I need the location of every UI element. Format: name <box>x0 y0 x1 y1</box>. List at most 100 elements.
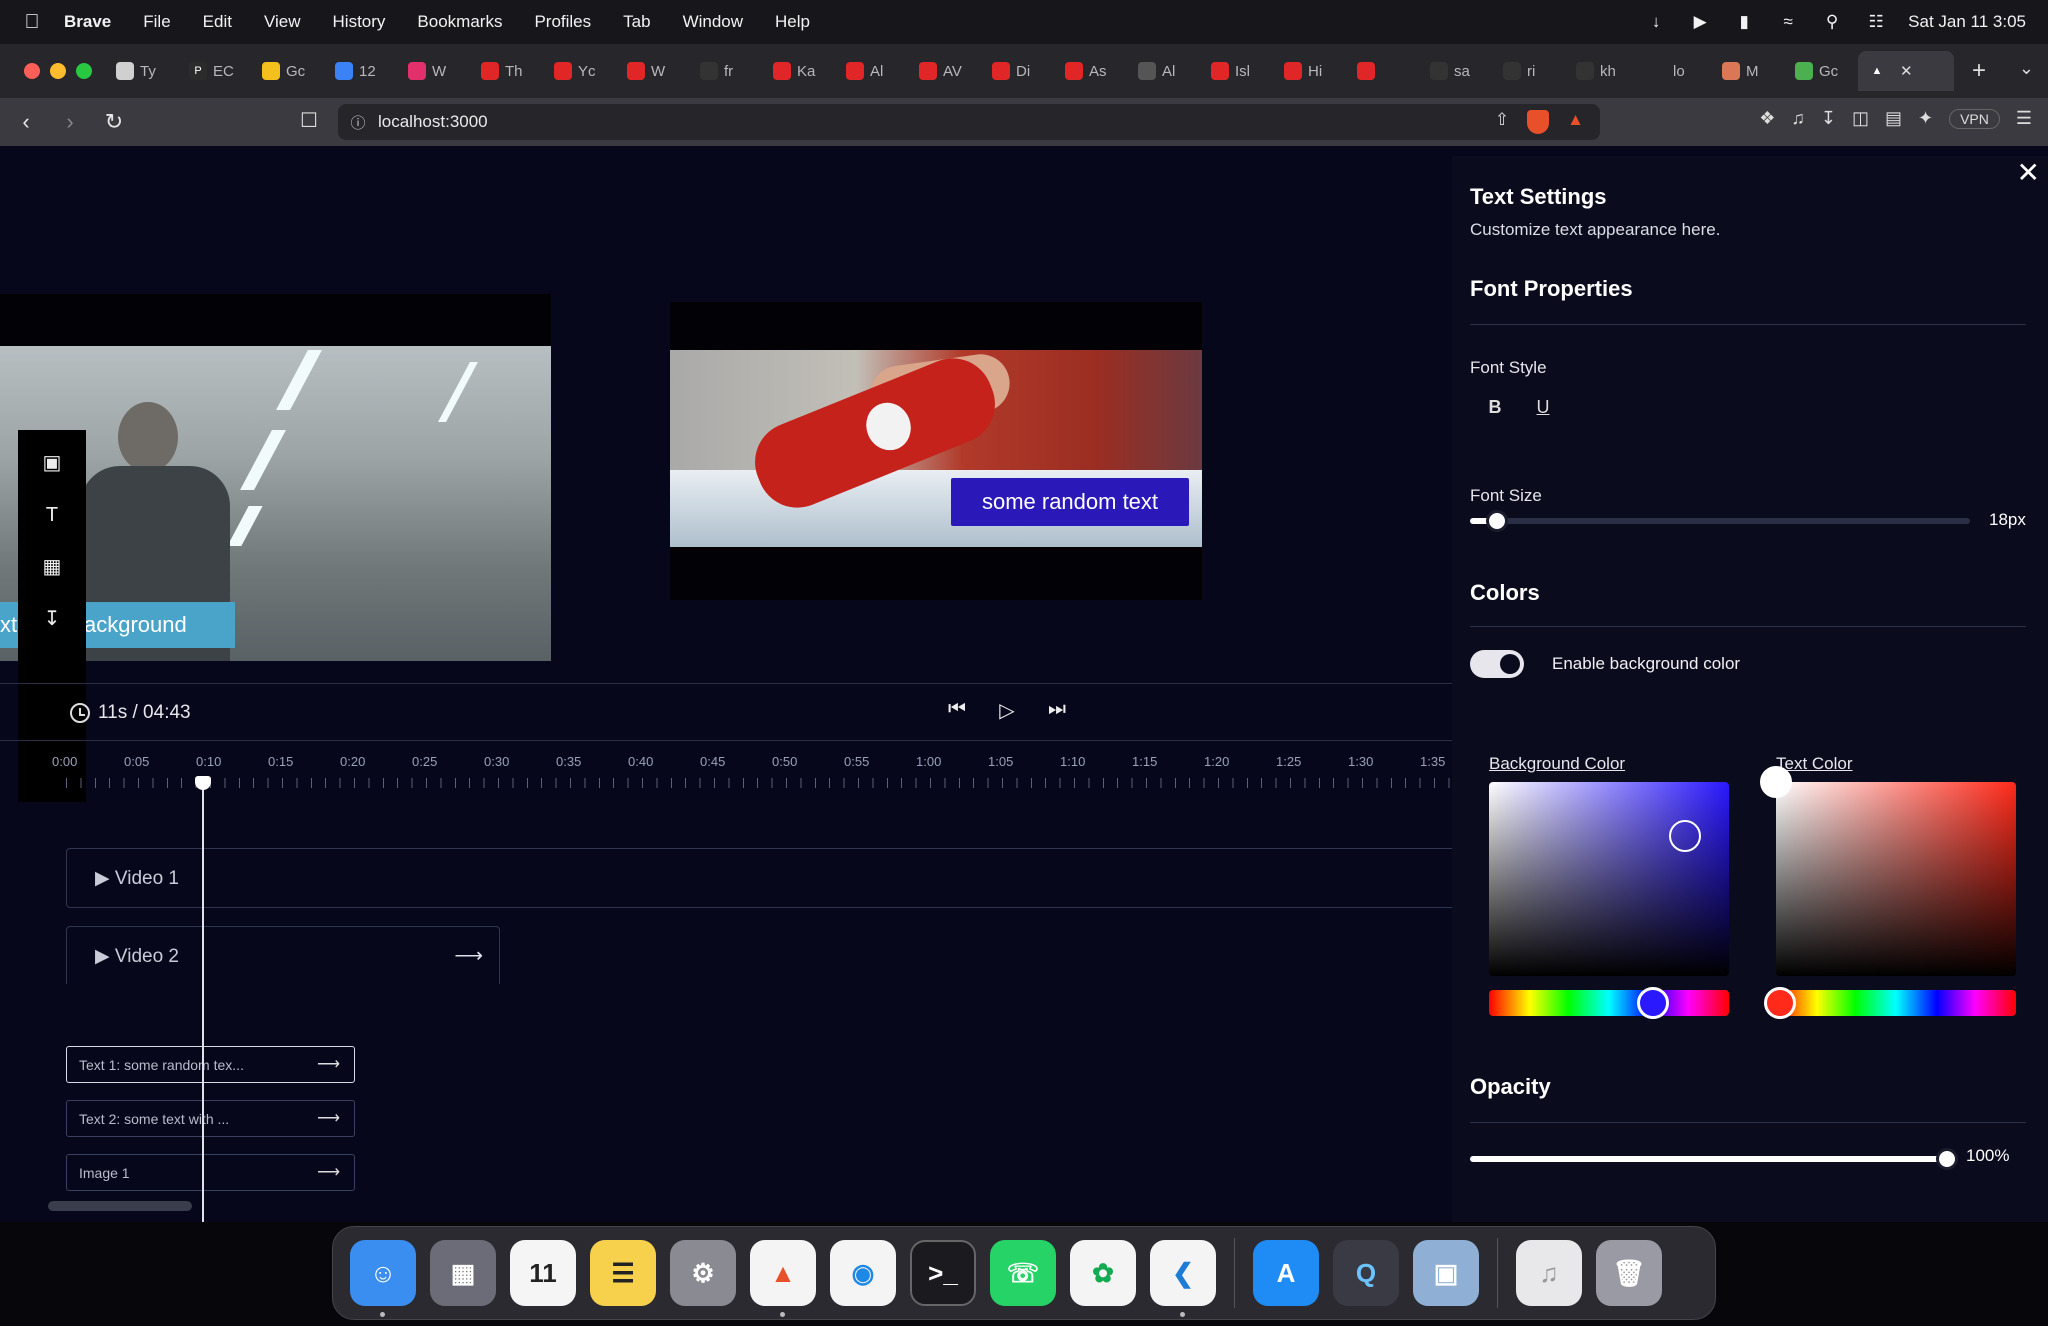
tab-6[interactable]: Yc <box>544 51 617 91</box>
menu-help[interactable]: Help <box>759 0 826 44</box>
tab-2[interactable]: Gc <box>252 51 325 91</box>
image-icon[interactable]: ▦ <box>41 556 63 578</box>
tab-18[interactable]: sa <box>1420 51 1493 91</box>
reload-button[interactable]: ↻ <box>96 109 132 135</box>
text-hue-slider[interactable] <box>1764 987 2016 1019</box>
tab-23[interactable]: Gc <box>1785 51 1858 91</box>
track-video-2[interactable]: ▶ Video 2 ⟶ <box>66 926 500 984</box>
tab-13[interactable]: As <box>1055 51 1128 91</box>
font-size-slider[interactable] <box>1470 510 1970 532</box>
downloads-icon[interactable]: ↧ <box>1821 108 1836 129</box>
new-tab-button[interactable]: + <box>1954 57 2004 85</box>
address-bar[interactable]: ⓘ localhost:3000 ⇧ ▲ <box>338 104 1600 140</box>
arrow-right-icon[interactable]: ⟶ <box>317 1108 340 1128</box>
tab-list-chevron-icon[interactable]: ⌄ <box>2019 58 2034 79</box>
system-settings-icon[interactable]: ⚙ <box>670 1240 736 1306</box>
tab-active[interactable]: ▲ ✕ <box>1858 51 1954 91</box>
app-store-icon[interactable]: A <box>1253 1240 1319 1306</box>
leo-ai-icon[interactable]: ✦ <box>1918 108 1933 129</box>
zoom-window-button[interactable] <box>76 63 92 79</box>
opacity-slider-thumb[interactable] <box>1936 1148 1958 1170</box>
calendar-icon[interactable]: 11 <box>510 1240 576 1306</box>
arrow-right-icon[interactable]: ⟶ <box>317 1162 340 1182</box>
tab-5[interactable]: Th <box>471 51 544 91</box>
site-info-icon[interactable]: ⓘ <box>338 112 378 133</box>
brave-browser-icon[interactable]: ▲ <box>750 1240 816 1317</box>
text-color-picker-thumb[interactable] <box>1760 766 1792 798</box>
apple-icon[interactable]:  <box>0 11 64 34</box>
quicktime-icon[interactable]: Q <box>1333 1240 1399 1306</box>
play-circle-icon[interactable]: ▶ <box>1678 12 1722 32</box>
play-icon[interactable]: ▷ <box>994 698 1020 723</box>
close-icon[interactable]: ✕ <box>2017 156 2040 189</box>
tether-icon[interactable]: ↓ <box>1634 12 1678 32</box>
arrow-right-icon[interactable]: ⟶ <box>454 943 483 968</box>
background-color-saturation-picker[interactable] <box>1489 782 1729 976</box>
track-video-1[interactable]: ▶ Video 1 <box>66 848 1456 908</box>
skip-back-icon[interactable]: ⏮ <box>944 698 970 723</box>
menu-edit[interactable]: Edit <box>187 0 248 44</box>
battery-icon[interactable]: ▮ <box>1722 12 1766 32</box>
tab-21[interactable]: lo <box>1639 51 1712 91</box>
text-tool-icon[interactable]: T <box>41 504 63 526</box>
tab-15[interactable]: Isl <box>1201 51 1274 91</box>
text-hue-thumb[interactable] <box>1764 987 1796 1019</box>
music-file-icon[interactable]: ♫ <box>1516 1240 1582 1306</box>
bookmark-icon[interactable]: ☐ <box>300 108 318 133</box>
menu-file[interactable]: File <box>127 0 186 44</box>
url-text[interactable]: localhost:3000 <box>378 112 488 132</box>
forward-button[interactable]: › <box>52 109 88 135</box>
trash-icon[interactable]: 🗑 <box>1596 1240 1662 1306</box>
menu-app-brave[interactable]: Brave <box>64 0 127 44</box>
menubar-clock[interactable]: Sat Jan 11 3:05 <box>1898 12 2048 32</box>
tab-0[interactable]: Ty <box>106 51 179 91</box>
sidebar-icon[interactable]: ◫ <box>1852 108 1869 129</box>
notes-icon[interactable]: ☰ <box>590 1240 656 1306</box>
tab-12[interactable]: Di <box>982 51 1055 91</box>
menu-profiles[interactable]: Profiles <box>518 0 607 44</box>
text-overlay-right[interactable]: some random text <box>951 478 1189 526</box>
download-icon[interactable]: ↧ <box>41 608 63 630</box>
menu-tab[interactable]: Tab <box>607 0 666 44</box>
skip-forward-icon[interactable]: ⏭ <box>1044 698 1070 723</box>
bold-button[interactable]: B <box>1476 392 1514 422</box>
playhead-line[interactable] <box>202 786 204 1222</box>
clip-text-1[interactable]: Text 1: some random tex... ⟶ <box>66 1046 355 1083</box>
tab-17[interactable] <box>1347 51 1420 91</box>
whatsapp-icon[interactable]: ☏ <box>990 1240 1056 1306</box>
timeline-scrollbar[interactable] <box>48 1201 192 1211</box>
video-preview-2[interactable]: some random text <box>670 302 1202 600</box>
tab-10[interactable]: Al <box>836 51 909 91</box>
launchpad-icon[interactable]: ▦ <box>430 1240 496 1306</box>
close-window-button[interactable] <box>24 63 40 79</box>
tab-22[interactable]: M <box>1712 51 1785 91</box>
share-icon[interactable]: ⇧ <box>1495 110 1509 134</box>
extensions-icon[interactable]: ❖ <box>1759 108 1775 129</box>
background-color-toggle[interactable] <box>1470 650 1524 678</box>
chrome-icon[interactable]: ◉ <box>830 1240 896 1306</box>
clip-image-1[interactable]: Image 1 ⟶ <box>66 1154 355 1191</box>
background-hue-slider[interactable] <box>1489 987 1729 1019</box>
clip-text-2[interactable]: Text 2: some text with ... ⟶ <box>66 1100 355 1137</box>
underline-button[interactable]: U <box>1524 392 1562 422</box>
brave-shields-icon[interactable] <box>1527 110 1550 134</box>
tab-7[interactable]: W <box>617 51 690 91</box>
opacity-slider[interactable] <box>1470 1148 1958 1170</box>
wallet-icon[interactable]: ▤ <box>1885 108 1902 129</box>
menu-bookmarks[interactable]: Bookmarks <box>401 0 518 44</box>
video-camera-icon[interactable]: ▣ <box>41 452 63 474</box>
tab-16[interactable]: Hi <box>1274 51 1347 91</box>
control-center-icon[interactable]: ☷ <box>1854 12 1898 32</box>
tab-11[interactable]: AV <box>909 51 982 91</box>
spotlight-search-icon[interactable]: ⚲ <box>1810 12 1854 32</box>
media-icon[interactable]: ♫ <box>1791 108 1805 129</box>
tab-9[interactable]: Ka <box>763 51 836 91</box>
finder-icon[interactable]: ☺ <box>350 1240 416 1317</box>
brave-rewards-icon[interactable]: ▲ <box>1567 110 1584 134</box>
background-color-picker-thumb[interactable] <box>1669 820 1701 852</box>
font-size-slider-thumb[interactable] <box>1486 510 1508 532</box>
tab-3[interactable]: 12 <box>325 51 398 91</box>
tab-19[interactable]: ri <box>1493 51 1566 91</box>
minimize-window-button[interactable] <box>50 63 66 79</box>
wifi-icon[interactable]: ≈ <box>1766 12 1810 32</box>
